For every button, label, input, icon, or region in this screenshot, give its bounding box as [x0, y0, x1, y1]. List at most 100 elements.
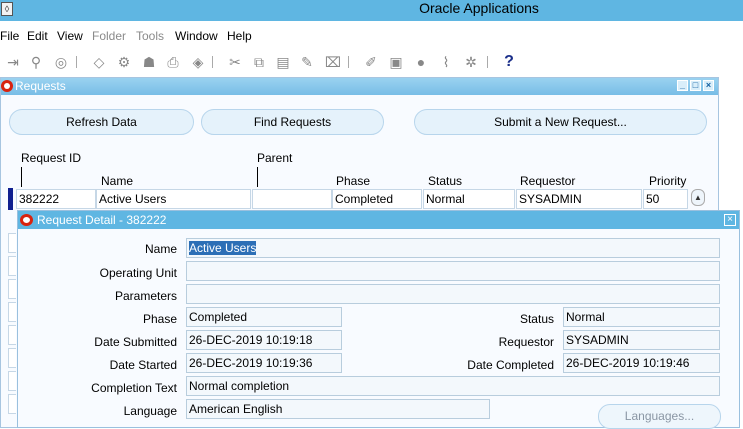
empty-row-stub[interactable]: [8, 302, 16, 322]
zoom-icon[interactable]: ▣: [387, 54, 405, 70]
column-header-requestor: Requestor: [520, 174, 576, 188]
phase-field[interactable]: Completed: [186, 307, 342, 327]
close-icon[interactable]: ×: [724, 214, 736, 226]
toolbar: ⇥ ⚲ ◎ ◇ ⚙ ☗ ⎙ ◈ ✂ ⧉ ▤ ✎ ⌧ ✐ ▣ ● ⌇ ✲ ?: [0, 48, 743, 76]
toolbar-separator: [487, 56, 488, 68]
languages-button-label: Languages...: [624, 409, 695, 423]
column-header-name: Name: [101, 174, 134, 188]
empty-row-stub[interactable]: [8, 394, 16, 414]
oracle-window-icon: [1, 80, 13, 92]
column-divider: [257, 167, 258, 187]
translations-icon[interactable]: ●: [412, 54, 430, 70]
toolbar-separator: [76, 56, 77, 68]
next-step-icon[interactable]: ⚙: [115, 54, 133, 70]
languages-button[interactable]: Languages...: [598, 404, 721, 429]
label-date-completed: Date Completed: [467, 358, 554, 372]
parameters-field[interactable]: [186, 284, 720, 304]
operating-unit-field[interactable]: [186, 261, 720, 281]
empty-row-stub[interactable]: [8, 256, 16, 276]
requests-window-title: Requests: [15, 79, 66, 93]
submit-new-request-button[interactable]: Submit a New Request...: [414, 109, 707, 135]
label-requestor: Requestor: [498, 335, 554, 349]
requestor-field[interactable]: SYSADMIN: [563, 330, 720, 350]
label-date-started: Date Started: [109, 358, 177, 372]
label-date-submitted: Date Submitted: [94, 335, 177, 349]
print-icon[interactable]: ⎙: [164, 54, 182, 70]
navigator-icon[interactable]: ◎: [52, 54, 70, 70]
app-title: Oracle Applications: [419, 0, 539, 16]
delete-icon[interactable]: ⌧: [324, 54, 342, 70]
empty-row-stub[interactable]: [8, 371, 16, 391]
name-field[interactable]: Active Users: [186, 238, 720, 258]
new-icon[interactable]: ⇥: [4, 54, 22, 70]
copy-icon[interactable]: ⧉: [250, 54, 268, 70]
cut-icon[interactable]: ✂: [226, 54, 244, 70]
maximize-icon[interactable]: □: [690, 80, 701, 91]
attachments-icon[interactable]: ⌇: [437, 54, 455, 70]
folder-tools-icon[interactable]: ✲: [462, 54, 480, 70]
date-completed-field[interactable]: 26-DEC-2019 10:19:46: [563, 353, 720, 373]
date-started-field[interactable]: 26-DEC-2019 10:19:36: [186, 353, 342, 373]
switch-responsibility-icon[interactable]: ☗: [140, 54, 158, 70]
menu-window[interactable]: Window: [175, 29, 218, 43]
cell-requestor[interactable]: SYSADMIN: [516, 189, 642, 209]
column-header-request-id: Request ID: [21, 151, 82, 165]
column-header-priority: Priority: [649, 174, 687, 188]
cell-status[interactable]: Normal: [423, 189, 515, 209]
empty-row-stub[interactable]: [8, 325, 16, 345]
column-header-parent: Parent: [257, 151, 293, 165]
cell-priority[interactable]: 50: [643, 189, 688, 209]
status-field[interactable]: Normal: [563, 307, 720, 327]
cell-request-id[interactable]: 382222: [16, 189, 96, 209]
label-status: Status: [519, 312, 554, 326]
date-submitted-field[interactable]: 26-DEC-2019 10:19:18: [186, 330, 342, 350]
menu-view[interactable]: View: [57, 29, 83, 43]
language-field[interactable]: American English: [186, 399, 490, 419]
paste-icon[interactable]: ▤: [274, 54, 292, 70]
help-icon[interactable]: ?: [500, 54, 518, 70]
empty-row-stub[interactable]: [8, 348, 16, 368]
menu-help[interactable]: Help: [227, 29, 252, 43]
cell-parent[interactable]: [252, 189, 332, 209]
refresh-data-label: Refresh Data: [66, 115, 137, 129]
column-header-status: Status: [428, 174, 463, 188]
empty-row-stub[interactable]: [8, 233, 16, 253]
clear-record-icon[interactable]: ✎: [298, 54, 316, 70]
cell-phase[interactable]: Completed: [332, 189, 422, 209]
label-completion-text: Completion Text: [91, 381, 177, 395]
menu-file[interactable]: File: [0, 29, 19, 43]
label-language: Language: [123, 404, 177, 418]
minimize-icon[interactable]: _: [677, 80, 688, 91]
label-parameters: Parameters: [114, 289, 177, 303]
request-detail-window: Request Detail - 382222 × Name Active Us…: [17, 210, 740, 429]
menu-folder[interactable]: Folder: [92, 29, 126, 43]
close-icon[interactable]: ×: [703, 80, 714, 91]
label-operating-unit: Operating Unit: [99, 266, 177, 280]
current-record-indicator: [8, 188, 13, 210]
label-phase: Phase: [142, 312, 177, 326]
title-bar: ◊ Oracle Applications: [0, 0, 743, 21]
label-name: Name: [144, 242, 177, 256]
requests-title-bar: Requests _ □ ×: [1, 78, 718, 95]
menu-tools[interactable]: Tools: [136, 29, 164, 43]
menu-bar: File Edit View Folder Tools Window Help: [0, 24, 743, 46]
completion-text-field[interactable]: Normal completion: [186, 376, 720, 396]
menu-edit[interactable]: Edit: [27, 29, 48, 43]
submit-new-request-label: Submit a New Request...: [494, 115, 627, 129]
refresh-data-button[interactable]: Refresh Data: [9, 109, 194, 135]
close-form-icon[interactable]: ◈: [189, 54, 207, 70]
column-header-phase: Phase: [336, 174, 371, 188]
oracle-window-icon: [20, 214, 33, 226]
scroll-up-arrow-icon[interactable]: ▲: [691, 189, 705, 206]
column-divider: [21, 167, 22, 187]
find-requests-button[interactable]: Find Requests: [201, 109, 384, 135]
name-value: Active Users: [189, 241, 257, 255]
empty-row-stub[interactable]: [8, 279, 16, 299]
find-icon[interactable]: ⚲: [27, 54, 45, 70]
edit-field-icon[interactable]: ✐: [362, 54, 380, 70]
save-icon[interactable]: ◇: [90, 54, 108, 70]
find-requests-label: Find Requests: [253, 115, 332, 129]
request-detail-title-bar: Request Detail - 382222 ×: [18, 211, 739, 229]
cell-name[interactable]: Active Users: [96, 189, 251, 209]
toolbar-separator: [212, 56, 213, 68]
